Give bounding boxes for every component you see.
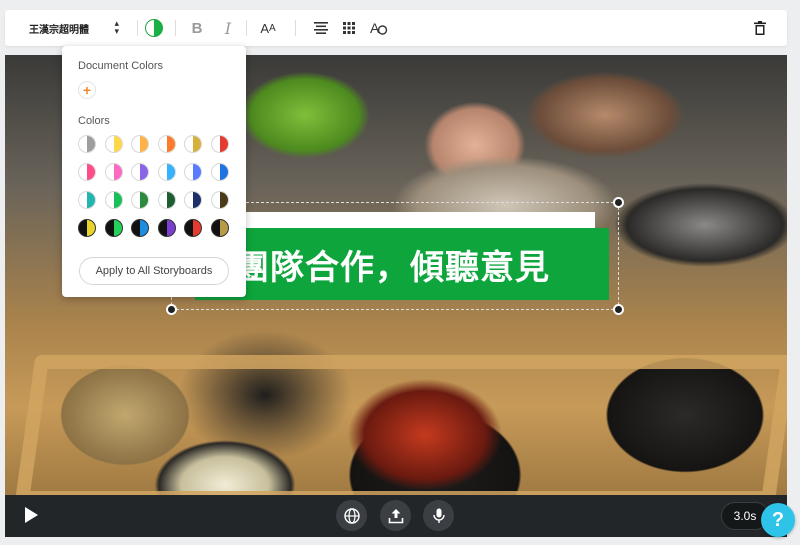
toolbar-divider bbox=[175, 20, 176, 36]
color-swatch-grid bbox=[78, 135, 238, 237]
layout-grid-button[interactable] bbox=[339, 10, 359, 46]
bold-button[interactable]: B bbox=[187, 10, 207, 46]
color-swatch[interactable] bbox=[157, 163, 176, 181]
play-icon[interactable] bbox=[25, 507, 38, 523]
color-swatch[interactable] bbox=[184, 219, 202, 237]
upload-button[interactable] bbox=[380, 500, 411, 531]
color-swatch[interactable] bbox=[104, 191, 123, 209]
text-effects-icon: A bbox=[370, 20, 388, 36]
select-arrows-icon: ▴ ▾ bbox=[114, 19, 119, 37]
font-size-small-a: A bbox=[269, 22, 276, 34]
font-size-button[interactable]: AA bbox=[257, 10, 279, 46]
resize-handle-bottom-right[interactable] bbox=[613, 304, 624, 315]
color-swatch[interactable] bbox=[210, 191, 229, 209]
color-circle-icon bbox=[145, 19, 163, 37]
text-color-button[interactable] bbox=[143, 10, 165, 46]
color-swatch[interactable] bbox=[131, 219, 149, 237]
color-swatch[interactable] bbox=[184, 163, 202, 181]
wooden-tray bbox=[14, 355, 787, 495]
font-size-big-a: A bbox=[260, 20, 269, 36]
color-swatch[interactable] bbox=[78, 135, 96, 153]
colors-heading: Colors bbox=[78, 115, 110, 127]
italic-button[interactable]: I bbox=[218, 10, 238, 46]
color-swatch[interactable] bbox=[78, 163, 96, 181]
help-button[interactable]: ? bbox=[761, 503, 795, 537]
color-swatch[interactable] bbox=[104, 219, 123, 237]
color-swatch[interactable] bbox=[157, 135, 176, 153]
color-swatch[interactable] bbox=[157, 219, 176, 237]
text-align-button[interactable] bbox=[311, 10, 331, 46]
color-swatch[interactable] bbox=[131, 163, 149, 181]
color-swatch[interactable] bbox=[104, 163, 123, 181]
color-swatch[interactable] bbox=[104, 135, 123, 153]
upload-icon bbox=[388, 508, 403, 523]
resize-handle-top-right[interactable] bbox=[613, 197, 624, 208]
color-picker-dropdown: Document Colors + Colors Apply to All St… bbox=[62, 46, 246, 297]
color-swatch[interactable] bbox=[210, 219, 229, 237]
delete-button[interactable] bbox=[750, 10, 770, 46]
text-toolbar: 王漢宗超明體 ▴ ▾ B I AA A bbox=[5, 10, 787, 46]
color-swatch[interactable] bbox=[78, 219, 96, 237]
color-swatch[interactable] bbox=[210, 163, 229, 181]
player-controls: 3.0s bbox=[5, 495, 787, 537]
language-button[interactable] bbox=[336, 500, 367, 531]
globe-icon bbox=[343, 507, 360, 524]
apply-to-all-storyboards-button[interactable]: Apply to All Storyboards bbox=[79, 257, 229, 285]
add-document-color-button[interactable]: + bbox=[78, 81, 96, 99]
microphone-icon bbox=[432, 508, 445, 523]
font-family-select[interactable]: 王漢宗超明體 ▴ ▾ bbox=[15, 10, 125, 46]
font-name: 王漢宗超明體 bbox=[29, 24, 89, 36]
grid-icon bbox=[343, 22, 355, 34]
document-colors-heading: Document Colors bbox=[78, 60, 163, 72]
color-swatch[interactable] bbox=[131, 135, 149, 153]
color-swatch[interactable] bbox=[184, 135, 202, 153]
trash-icon bbox=[754, 21, 766, 35]
text-style-button[interactable]: A bbox=[367, 10, 391, 46]
toolbar-divider bbox=[295, 20, 296, 36]
color-swatch[interactable] bbox=[184, 191, 202, 209]
toolbar-divider bbox=[137, 20, 138, 36]
align-center-icon bbox=[314, 22, 328, 34]
resize-handle-bottom-left[interactable] bbox=[166, 304, 177, 315]
color-swatch[interactable] bbox=[131, 191, 149, 209]
color-swatch[interactable] bbox=[157, 191, 176, 209]
color-swatch[interactable] bbox=[78, 191, 96, 209]
toolbar-divider bbox=[246, 20, 247, 36]
color-swatch[interactable] bbox=[210, 135, 229, 153]
record-voice-button[interactable] bbox=[423, 500, 454, 531]
